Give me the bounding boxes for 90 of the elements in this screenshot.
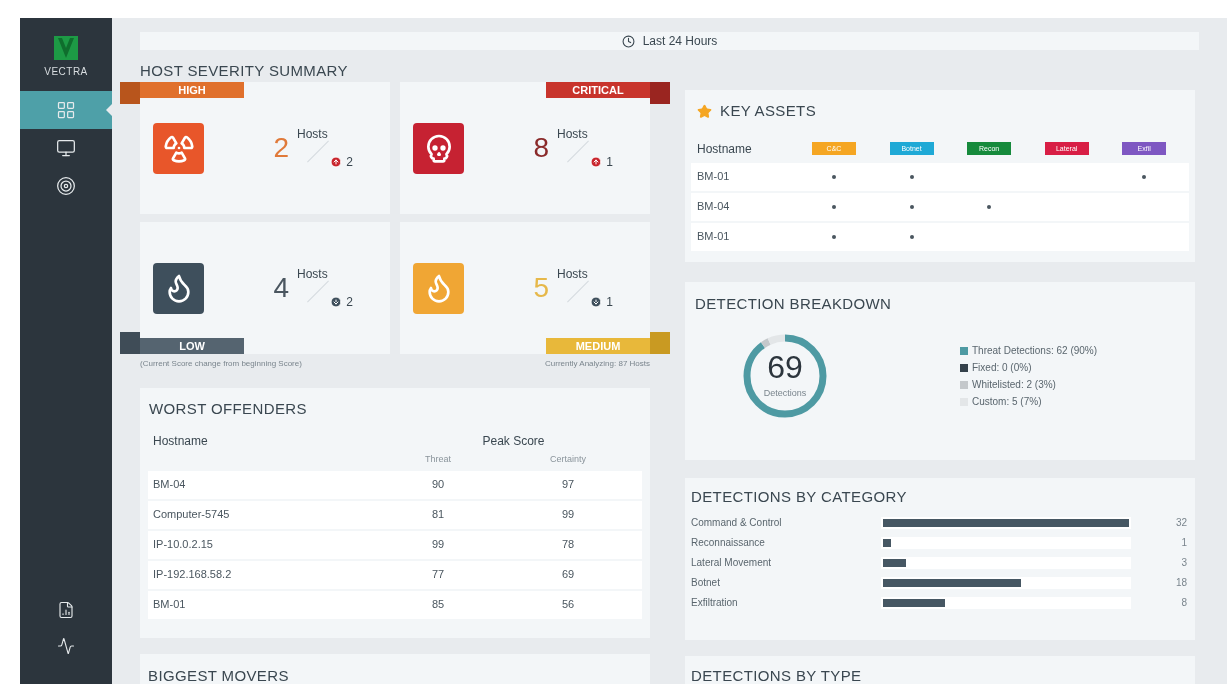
category-count: 8: [1180, 596, 1188, 610]
target-icon: [56, 176, 76, 196]
clock-icon: [621, 34, 635, 48]
donut-total: 69: [767, 351, 803, 384]
severity-ribbon: HIGH: [140, 82, 244, 98]
category-count: 18: [1174, 576, 1188, 590]
table-row[interactable]: BM-01: [691, 222, 1189, 251]
panel-title: DETECTIONS BY CATEGORY: [691, 487, 908, 507]
panel-title: HOST SEVERITY SUMMARY: [140, 61, 349, 81]
ribbon-fold: [650, 332, 670, 354]
column-header: Certainty: [549, 452, 587, 466]
threat-cell-text: 81: [430, 507, 446, 523]
legend-label: Threat Detections: 62 (90%): [972, 344, 1098, 358]
hosts-label: Hosts: [557, 126, 588, 143]
host-count: 5: [533, 271, 549, 305]
fire-icon: [413, 262, 464, 314]
hostname-cell-text: BM-04: [697, 199, 731, 215]
panel-title: DETECTION BREAKDOWN: [695, 295, 892, 312]
legend-label: Whitelisted: 2 (3%): [972, 378, 1056, 392]
ribbon-fold: [120, 332, 140, 354]
table-row[interactable]: IP-10.0.2.15 99 78: [148, 530, 642, 559]
ribbon-fold: [120, 82, 140, 104]
threat-cell-text: 85: [430, 597, 446, 613]
flame-icon: [153, 262, 204, 314]
hostname-cell-text: BM-01: [697, 169, 731, 185]
category-label: Reconnaissance: [691, 536, 766, 550]
hosts-label: Hosts: [297, 126, 328, 143]
time-range-bar[interactable]: Last 24 Hours: [140, 32, 1199, 50]
table-row[interactable]: Computer-5745 81 99: [148, 500, 642, 529]
table-row[interactable]: BM-04 90 97: [148, 470, 642, 499]
skull-icon: [413, 122, 464, 174]
report-icon: [57, 601, 75, 619]
grid-icon: [56, 100, 76, 120]
certainty-cell-text: 97: [560, 477, 576, 493]
category-count: 1: [1180, 536, 1188, 550]
panel-title: KEY ASSETS: [720, 101, 817, 121]
table-row[interactable]: BM-01 85 56: [148, 590, 642, 619]
severity-ribbon: LOW: [140, 338, 244, 354]
category-label: Command & Control: [691, 516, 783, 530]
change-count: 2: [346, 294, 353, 311]
table-row[interactable]: BM-01: [691, 162, 1189, 191]
certainty-cell-text: 69: [560, 567, 576, 583]
ribbon-fold: [650, 82, 670, 104]
threat-cell-text: 77: [430, 567, 446, 583]
hostname-cell-text: IP-192.168.58.2: [153, 567, 233, 583]
threat-cell-text: 99: [430, 537, 446, 553]
monitor-icon: [56, 138, 76, 158]
hostname-cell-text: BM-04: [153, 477, 187, 493]
logo-icon: [54, 36, 78, 60]
severity-ribbon: MEDIUM: [546, 338, 650, 354]
category-count: 32: [1174, 516, 1188, 530]
change-count: 1: [606, 294, 613, 311]
column-header: Hostname: [697, 140, 753, 158]
category-label: Lateral Movement: [691, 556, 773, 570]
donut-label: Detections: [763, 387, 807, 401]
logo-text: VECTRA: [44, 65, 88, 79]
column-header: Hostname: [153, 432, 209, 450]
column-header: Peak Score: [481, 432, 546, 450]
score-note: (Current Score change from beginning Score): [140, 358, 302, 370]
hostname-cell-text: BM-01: [153, 597, 187, 613]
certainty-cell-text: 99: [560, 507, 576, 523]
category-count: 3: [1180, 556, 1188, 570]
certainty-cell-text: 56: [560, 597, 576, 613]
host-count: 4: [273, 271, 289, 305]
hostname-cell-text: IP-10.0.2.15: [153, 537, 214, 553]
legend-label: Custom: 5 (7%): [972, 395, 1042, 409]
host-count: 2: [273, 131, 289, 165]
panel-title: BIGGEST MOVERS: [148, 667, 289, 684]
change-count: 2: [346, 154, 353, 171]
category-label: Botnet: [691, 576, 721, 590]
legend-label: Fixed: 0 (0%): [972, 361, 1032, 375]
panel-title: WORST OFFENDERS: [149, 399, 308, 419]
hosts-label: Hosts: [297, 266, 328, 283]
table-row[interactable]: BM-04: [691, 192, 1189, 221]
change-count: 1: [606, 154, 613, 171]
star-icon: [697, 103, 712, 119]
hostname-cell-text: BM-01: [697, 229, 731, 245]
pulse-icon: [57, 637, 75, 655]
certainty-cell-text: 78: [560, 537, 576, 553]
hostname-cell-text: Computer-5745: [153, 507, 231, 523]
host-count: 8: [533, 131, 549, 165]
hosts-label: Hosts: [557, 266, 588, 283]
analyzing-note: Currently Analyzing: 87 Hosts: [545, 358, 650, 370]
table-row[interactable]: IP-192.168.58.2 77 69: [148, 560, 642, 589]
category-label: Exfiltration: [691, 596, 739, 610]
column-header: Threat: [424, 452, 452, 466]
panel-title: DETECTIONS BY TYPE: [691, 667, 862, 684]
threat-cell-text: 90: [430, 477, 446, 493]
radiation-icon: [153, 122, 204, 174]
severity-ribbon: CRITICAL: [546, 82, 650, 98]
